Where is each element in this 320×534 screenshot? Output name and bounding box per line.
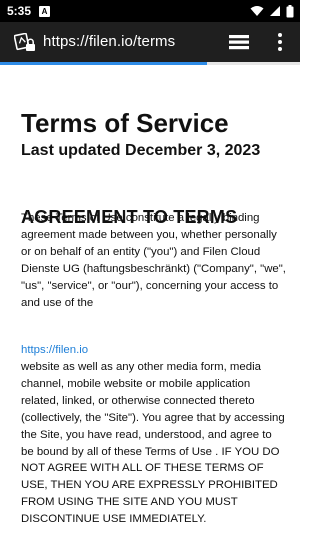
load-progress-bar	[0, 62, 300, 65]
site-settings-icon[interactable]	[14, 33, 36, 53]
paragraph-body: website as well as any other media form,…	[21, 361, 285, 526]
last-updated: Last updated December 3, 2023	[21, 142, 261, 159]
load-progress-fill	[0, 62, 207, 65]
site-link[interactable]: https://filen.io	[21, 342, 286, 359]
url-bar[interactable]: https://filen.io/terms	[43, 33, 175, 50]
more-vert-icon[interactable]	[273, 31, 287, 53]
notification-icon: A	[39, 5, 51, 17]
status-icons	[250, 4, 294, 18]
status-bar: 5:35 A	[0, 0, 300, 22]
page-title: Terms of Service	[21, 108, 229, 138]
tabs-icon[interactable]	[228, 34, 250, 52]
status-time: 5:35	[7, 4, 32, 18]
browser-toolbar: https://filen.io/terms	[0, 22, 300, 62]
signal-icon	[270, 6, 280, 16]
battery-icon	[286, 4, 294, 17]
wifi-icon	[250, 6, 264, 16]
paragraph-intro: These Terms of Use constitute a legally …	[21, 212, 286, 309]
